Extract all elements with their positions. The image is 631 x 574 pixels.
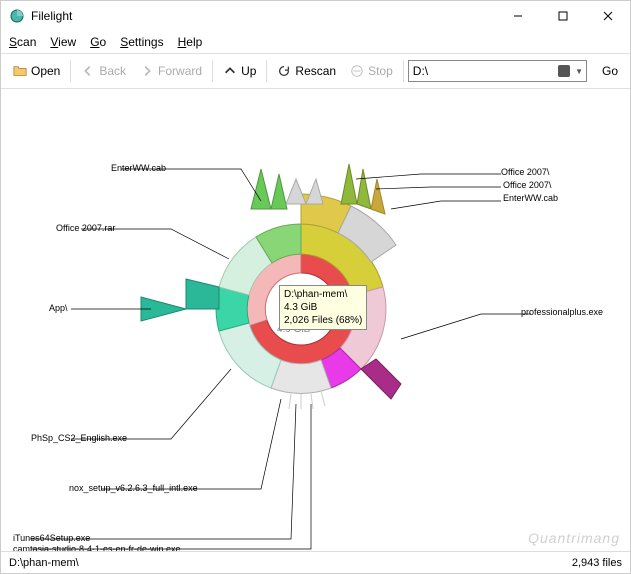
dropdown-icon[interactable]: ▼ — [575, 67, 583, 76]
label-enterww2: EnterWW.cab — [503, 193, 558, 203]
chevron-left-icon — [81, 64, 95, 78]
menu-bar: Scan View Go Settings Help — [1, 31, 630, 53]
stop-icon — [350, 64, 364, 78]
chevron-up-icon — [223, 64, 237, 78]
label-profplus: professionalplus.exe — [521, 307, 603, 317]
up-button[interactable]: Up — [217, 61, 262, 81]
window-title: Filelight — [31, 9, 495, 23]
folder-icon — [13, 64, 27, 78]
clear-icon[interactable] — [558, 65, 570, 77]
status-files: 2,943 files — [572, 557, 622, 569]
minimize-button[interactable] — [495, 1, 540, 31]
label-itunes: iTunes64Setup.exe — [13, 533, 90, 543]
close-button[interactable] — [585, 1, 630, 31]
label-office2: Office 2007\ — [503, 180, 551, 190]
label-office1: Office 2007\ — [501, 167, 549, 177]
stop-button[interactable]: Stop — [344, 61, 399, 81]
title-bar: Filelight — [1, 1, 630, 31]
menu-view[interactable]: View — [50, 35, 76, 49]
rescan-button[interactable]: Rescan — [271, 61, 342, 81]
label-phsp: PhSp_CS2_English.exe — [31, 433, 127, 443]
menu-go[interactable]: Go — [90, 35, 106, 49]
toolbar: Open Back Forward Up Rescan Stop D:\ ▼ G… — [1, 53, 630, 89]
go-button[interactable]: Go — [593, 61, 624, 81]
tooltip: D:\phan-mem\ 4.3 GiB 2,026 Files (68%) — [279, 285, 367, 330]
label-enterww: EnterWW.cab — [111, 163, 166, 173]
maximize-button[interactable] — [540, 1, 585, 31]
forward-button[interactable]: Forward — [134, 61, 208, 81]
label-officerar: Office 2007.rar — [56, 223, 115, 233]
menu-help[interactable]: Help — [178, 35, 203, 49]
back-button[interactable]: Back — [75, 61, 132, 81]
chevron-right-icon — [140, 64, 154, 78]
menu-settings[interactable]: Settings — [120, 35, 163, 49]
label-app: App\ — [49, 303, 68, 313]
status-path: D:\phan-mem\ — [9, 557, 79, 569]
path-input[interactable]: D:\ ▼ — [408, 60, 587, 82]
app-icon — [9, 8, 25, 24]
status-bar: D:\phan-mem\ 2,943 files — [1, 551, 630, 573]
open-button[interactable]: Open — [7, 61, 66, 81]
sunburst-chart[interactable]: 4.9 GiB D:\phan-mem\ 4.3 GiB 2,026 Files… — [1, 89, 630, 551]
label-camtasia: camtasia-studio-8-4-1-es-en-fr-de-win.ex… — [13, 544, 181, 551]
menu-scan[interactable]: Scan — [9, 35, 36, 49]
refresh-icon — [277, 64, 291, 78]
label-nox: nox_setup_v6.2.6.3_full_intl.exe — [69, 483, 198, 493]
